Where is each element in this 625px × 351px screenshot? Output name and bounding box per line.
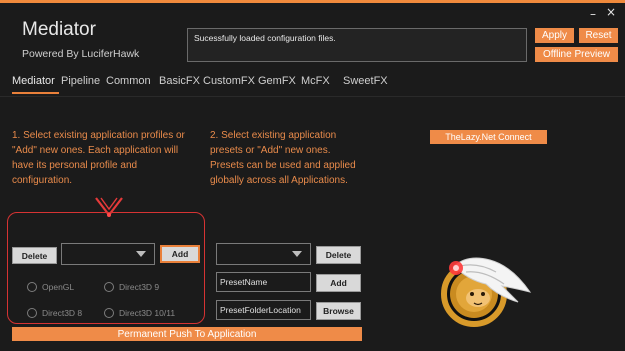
profiles-instructions: 1. Select existing application profiles …	[12, 130, 185, 186]
radio-circle-icon	[104, 308, 114, 318]
presets-instructions: 2. Select existing application presets o…	[210, 130, 356, 186]
offline-preview-button[interactable]: Offline Preview	[535, 47, 618, 62]
preset-folder-field[interactable]: PresetFolderLocation	[216, 300, 311, 320]
tab-customfx[interactable]: CustomFX	[203, 75, 255, 87]
tab-mcfx[interactable]: McFX	[301, 75, 330, 87]
preset-browse-button[interactable]: Browse	[316, 302, 361, 320]
preset-add-button[interactable]: Add	[316, 274, 361, 292]
tab-gemfx[interactable]: GemFX	[258, 75, 296, 87]
profile-select[interactable]	[61, 243, 155, 265]
reset-button[interactable]: Reset	[579, 28, 618, 43]
status-log: Sucessfully loaded configuration files.	[187, 28, 527, 62]
preset-select[interactable]	[216, 243, 311, 265]
preset-delete-button[interactable]: Delete	[316, 246, 361, 264]
tab-divider	[0, 96, 625, 97]
profile-add-button[interactable]: Add	[160, 245, 200, 263]
radio-circle-icon	[27, 282, 37, 292]
radio-circle-icon	[27, 308, 37, 318]
profile-delete-button[interactable]: Delete	[12, 247, 57, 264]
window-top-accent	[0, 0, 625, 3]
app-title: Mediator	[22, 19, 96, 40]
permanent-push-button[interactable]: Permanent Push To Application	[12, 327, 362, 341]
chevron-down-icon	[136, 251, 146, 257]
tab-sweetfx[interactable]: SweetFX	[343, 75, 388, 87]
active-tab-indicator	[12, 92, 59, 94]
tab-pipeline[interactable]: Pipeline	[61, 75, 100, 87]
close-button[interactable]: ×	[606, 5, 616, 19]
api-direct3d9-radio[interactable]: Direct3D 9	[104, 282, 159, 292]
api-opengl-radio[interactable]: OpenGL	[27, 282, 74, 292]
minimize-button[interactable]: –	[590, 7, 596, 21]
tab-mediator[interactable]: Mediator	[12, 75, 55, 87]
mediator-logo-icon	[441, 257, 532, 327]
chevron-down-icon	[292, 251, 302, 257]
preset-name-field[interactable]: PresetName	[216, 272, 311, 292]
api-direct3d1011-radio[interactable]: Direct3D 10/11	[104, 308, 175, 318]
radio-circle-icon	[104, 282, 114, 292]
tab-common[interactable]: Common	[106, 75, 151, 87]
app-subtitle: Powered By LuciferHawk	[22, 48, 140, 60]
apply-button[interactable]: Apply	[535, 28, 574, 43]
api-direct3d8-radio[interactable]: Direct3D 8	[27, 308, 82, 318]
thelazy-connect-button[interactable]: TheLazy.Net Connect	[430, 130, 547, 144]
tab-basicfx[interactable]: BasicFX	[159, 75, 200, 87]
